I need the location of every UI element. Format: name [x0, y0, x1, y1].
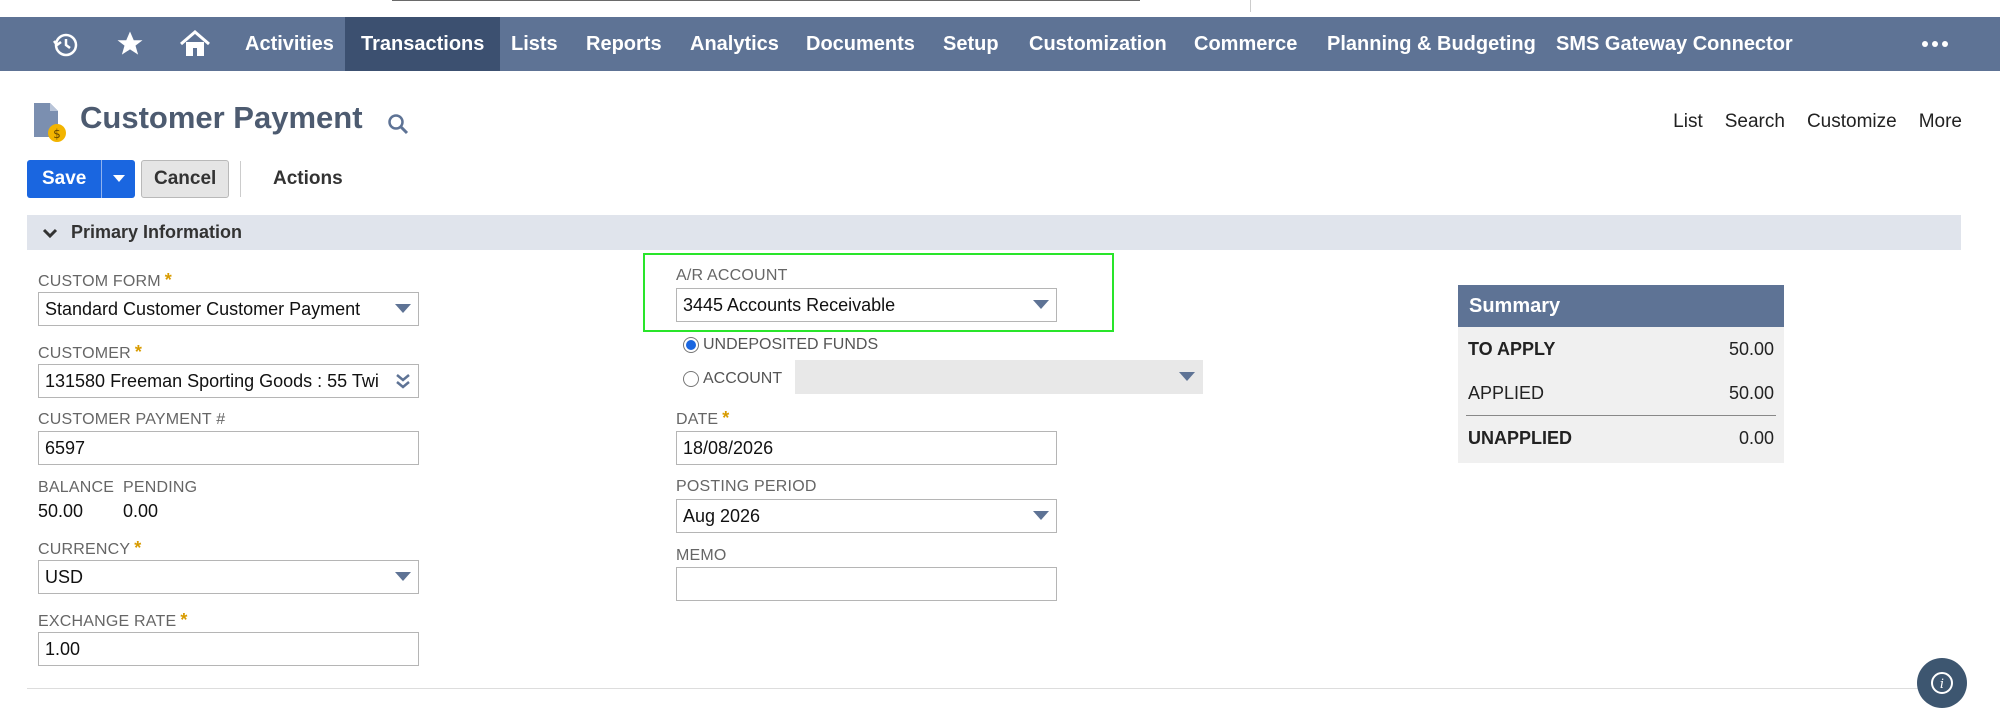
customer-select[interactable]: 131580 Freeman Sporting Goods : 55 Twi	[38, 364, 419, 398]
nav-transactions[interactable]: Transactions	[345, 17, 501, 71]
search-link[interactable]: Search	[1725, 111, 1785, 133]
summary-title: Summary	[1458, 285, 1784, 327]
pending-label: PENDING	[123, 479, 198, 496]
undeposited-funds-label: UNDEPOSITED FUNDS	[703, 336, 879, 353]
date-label: DATE *	[676, 408, 730, 428]
toolbar-divider	[240, 161, 241, 197]
summary-to-apply-row: TO APPLY 50.00	[1458, 327, 1784, 371]
strip-divider	[1250, 0, 1251, 12]
nav-commerce[interactable]: Commerce	[1178, 17, 1313, 71]
custom-form-label: CUSTOM FORM *	[38, 270, 173, 290]
memo-label: MEMO	[676, 547, 727, 564]
undeposited-funds-option[interactable]: UNDEPOSITED FUNDS	[683, 336, 878, 354]
custom-form-select[interactable]: Standard Customer Customer Payment	[38, 292, 419, 326]
currency-select[interactable]: USD	[38, 560, 419, 594]
balance-label: BALANCE	[38, 479, 115, 496]
save-options-dropdown-icon[interactable]	[101, 160, 136, 198]
home-icon[interactable]	[170, 17, 220, 71]
exchange-rate-field[interactable]: 1.00	[38, 632, 419, 666]
undeposited-funds-radio[interactable]	[683, 337, 699, 353]
nav-more-icon[interactable]	[1910, 17, 1960, 71]
nav-analytics[interactable]: Analytics	[674, 17, 795, 71]
ar-account-select[interactable]: 3445 Accounts Receivable	[676, 288, 1057, 322]
to-apply-value: 50.00	[1728, 338, 1774, 359]
favorites-star-icon[interactable]	[105, 17, 155, 71]
unapplied-value: 0.00	[1738, 427, 1774, 448]
chevron-down-icon	[42, 228, 58, 238]
nav-lists[interactable]: Lists	[495, 17, 574, 71]
primary-information-section[interactable]: Primary Information	[27, 215, 1961, 250]
customer-payment-record-icon: $	[30, 101, 68, 143]
account-option[interactable]: ACCOUNT	[683, 370, 782, 388]
summary-unapplied-row: UNAPPLIED 0.00	[1458, 416, 1784, 460]
account-select[interactable]	[795, 360, 1203, 394]
top-links: List Search Customize More	[1673, 111, 1962, 133]
info-icon[interactable]: i	[1917, 658, 1967, 708]
date-field[interactable]: 18/08/2026	[676, 431, 1057, 465]
nav-documents[interactable]: Documents	[790, 17, 931, 71]
dropdown-arrow-icon	[1026, 500, 1056, 532]
more-link[interactable]: More	[1919, 111, 1962, 133]
to-apply-label: TO APPLY	[1468, 338, 1556, 359]
recent-records-icon[interactable]	[40, 17, 90, 71]
applied-value: 50.00	[1728, 382, 1774, 403]
save-button[interactable]: Save	[27, 160, 102, 198]
summary-panel: Summary TO APPLY 50.00 APPLIED 50.00 UNA…	[1458, 285, 1784, 463]
dropdown-arrow-icon	[388, 293, 418, 325]
browser-top-strip	[0, 0, 2000, 17]
main-navbar: Activities Transactions Lists Reports An…	[0, 17, 2000, 71]
strip-line	[392, 0, 1140, 1]
posting-period-label: POSTING PERIOD	[676, 478, 817, 495]
page-title: Customer Payment	[80, 100, 363, 135]
actions-menu[interactable]: Actions	[273, 168, 343, 190]
dropdown-arrow-icon	[1026, 289, 1056, 321]
account-radio[interactable]	[683, 371, 699, 387]
summary-applied-row: APPLIED 50.00	[1458, 371, 1784, 415]
nav-activities[interactable]: Activities	[229, 17, 350, 71]
search-icon[interactable]	[386, 112, 410, 136]
exchange-rate-label: EXCHANGE RATE *	[38, 610, 188, 630]
section-bottom-divider	[27, 688, 1961, 689]
customize-link[interactable]: Customize	[1807, 111, 1897, 133]
customer-payment-number-field[interactable]: 6597	[38, 431, 419, 465]
balance-value: 50.00	[38, 501, 84, 521]
memo-field[interactable]	[676, 567, 1057, 601]
nav-sms-gateway-connector[interactable]: SMS Gateway Connector	[1540, 17, 1809, 71]
unapplied-label: UNAPPLIED	[1468, 427, 1573, 448]
dropdown-arrow-icon	[388, 561, 418, 593]
section-label: Primary Information	[71, 222, 243, 242]
cancel-button[interactable]: Cancel	[141, 160, 230, 198]
ar-account-label: A/R ACCOUNT	[676, 267, 788, 284]
applied-label: APPLIED	[1468, 382, 1545, 403]
customer-payment-number-label: CUSTOMER PAYMENT #	[38, 411, 226, 428]
pending-value: 0.00	[123, 501, 159, 521]
svg-text:$: $	[53, 127, 61, 141]
nav-reports[interactable]: Reports	[570, 17, 678, 71]
account-radio-label: ACCOUNT	[703, 370, 783, 387]
customer-label: CUSTOMER *	[38, 342, 143, 362]
currency-label: CURRENCY *	[38, 538, 142, 558]
save-button-group: Save	[27, 160, 136, 198]
nav-customization[interactable]: Customization	[1013, 17, 1183, 71]
double-chevron-down-icon	[388, 365, 418, 397]
nav-planning-budgeting[interactable]: Planning & Budgeting	[1311, 17, 1552, 71]
dropdown-arrow-icon	[1172, 361, 1202, 393]
posting-period-select[interactable]: Aug 2026	[676, 499, 1057, 533]
list-link[interactable]: List	[1673, 111, 1703, 133]
nav-setup[interactable]: Setup	[927, 17, 1015, 71]
